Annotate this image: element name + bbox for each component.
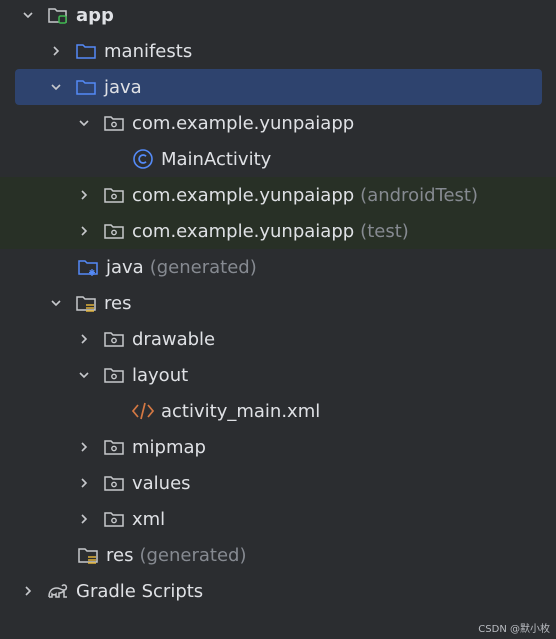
- tree-row-values[interactable]: values: [0, 465, 556, 501]
- tree-row-package-main[interactable]: com.example.yunpaiapp: [0, 105, 556, 141]
- chevron-down-icon[interactable]: [46, 77, 66, 97]
- resource-folder-icon: [76, 543, 100, 567]
- tree-item-suffix: (generated): [149, 256, 257, 278]
- tree-row-java[interactable]: java: [15, 69, 542, 105]
- chevron-right-icon[interactable]: [46, 41, 66, 61]
- package-icon: [102, 219, 126, 243]
- module-folder-icon: [46, 3, 70, 27]
- package-icon: [102, 363, 126, 387]
- chevron-right-icon[interactable]: [18, 581, 38, 601]
- tree-row-res[interactable]: res: [0, 285, 556, 321]
- package-icon: [102, 327, 126, 351]
- tree-row-mipmap[interactable]: mipmap: [0, 429, 556, 465]
- tree-row-package-test[interactable]: com.example.yunpaiapp (test): [0, 213, 556, 249]
- tree-row-package-androidtest[interactable]: com.example.yunpaiapp (androidTest): [0, 177, 556, 213]
- chevron-down-icon[interactable]: [74, 113, 94, 133]
- tree-row-gradle-scripts[interactable]: Gradle Scripts: [0, 573, 556, 609]
- tree-row-java-generated[interactable]: java (generated): [0, 249, 556, 285]
- chevron-right-icon[interactable]: [74, 329, 94, 349]
- tree-item-label: res: [106, 544, 134, 566]
- tree-item-label: com.example.yunpaiapp: [132, 112, 355, 134]
- tree-row-layout[interactable]: layout: [0, 357, 556, 393]
- folder-icon: [74, 39, 98, 63]
- tree-item-suffix: (generated): [139, 544, 247, 566]
- package-icon: [102, 507, 126, 531]
- tree-item-label: xml: [132, 508, 166, 530]
- tree-item-label: java: [106, 256, 144, 278]
- tree-item-label: Gradle Scripts: [76, 580, 204, 602]
- resource-folder-icon: [74, 291, 98, 315]
- generated-java-folder-icon: [76, 255, 100, 279]
- chevron-right-icon[interactable]: [74, 221, 94, 241]
- chevron-right-icon[interactable]: [74, 185, 94, 205]
- chevron-down-icon[interactable]: [18, 5, 38, 25]
- tree-item-label: com.example.yunpaiapp: [132, 184, 355, 206]
- tree-row-manifests[interactable]: manifests: [0, 33, 556, 69]
- package-icon: [102, 111, 126, 135]
- tree-item-label: app: [76, 4, 114, 26]
- tree-row-res-generated[interactable]: res (generated): [0, 537, 556, 573]
- package-icon: [102, 471, 126, 495]
- gradle-icon: [46, 579, 70, 603]
- tree-row-drawable[interactable]: drawable: [0, 321, 556, 357]
- tree-item-label: java: [104, 76, 142, 98]
- tree-row-app[interactable]: app: [0, 0, 556, 33]
- chevron-right-icon[interactable]: [74, 437, 94, 457]
- tree-item-suffix: (androidTest): [360, 184, 478, 206]
- tree-item-label: mipmap: [132, 436, 206, 458]
- chevron-right-icon[interactable]: [74, 473, 94, 493]
- xml-file-icon: [131, 399, 155, 423]
- tree-row-activity-main-xml[interactable]: activity_main.xml: [0, 393, 556, 429]
- watermark-text: CSDN @默小枚: [478, 624, 550, 635]
- tree-item-label: MainActivity: [161, 148, 272, 170]
- tree-item-label: drawable: [132, 328, 216, 350]
- tree-item-label: com.example.yunpaiapp: [132, 220, 355, 242]
- tree-item-label: values: [132, 472, 191, 494]
- chevron-down-icon[interactable]: [46, 293, 66, 313]
- chevron-right-icon[interactable]: [74, 509, 94, 529]
- tree-item-label: activity_main.xml: [161, 400, 321, 422]
- tree-row-mainactivity[interactable]: MainActivity: [0, 141, 556, 177]
- tree-item-label: layout: [132, 364, 189, 386]
- chevron-down-icon[interactable]: [74, 365, 94, 385]
- folder-icon: [74, 75, 98, 99]
- tree-item-suffix: (test): [360, 220, 409, 242]
- tree-item-label: manifests: [104, 40, 193, 62]
- class-icon: [131, 147, 155, 171]
- package-icon: [102, 183, 126, 207]
- tree-item-label: res: [104, 292, 132, 314]
- package-icon: [102, 435, 126, 459]
- tree-row-xml[interactable]: xml: [0, 501, 556, 537]
